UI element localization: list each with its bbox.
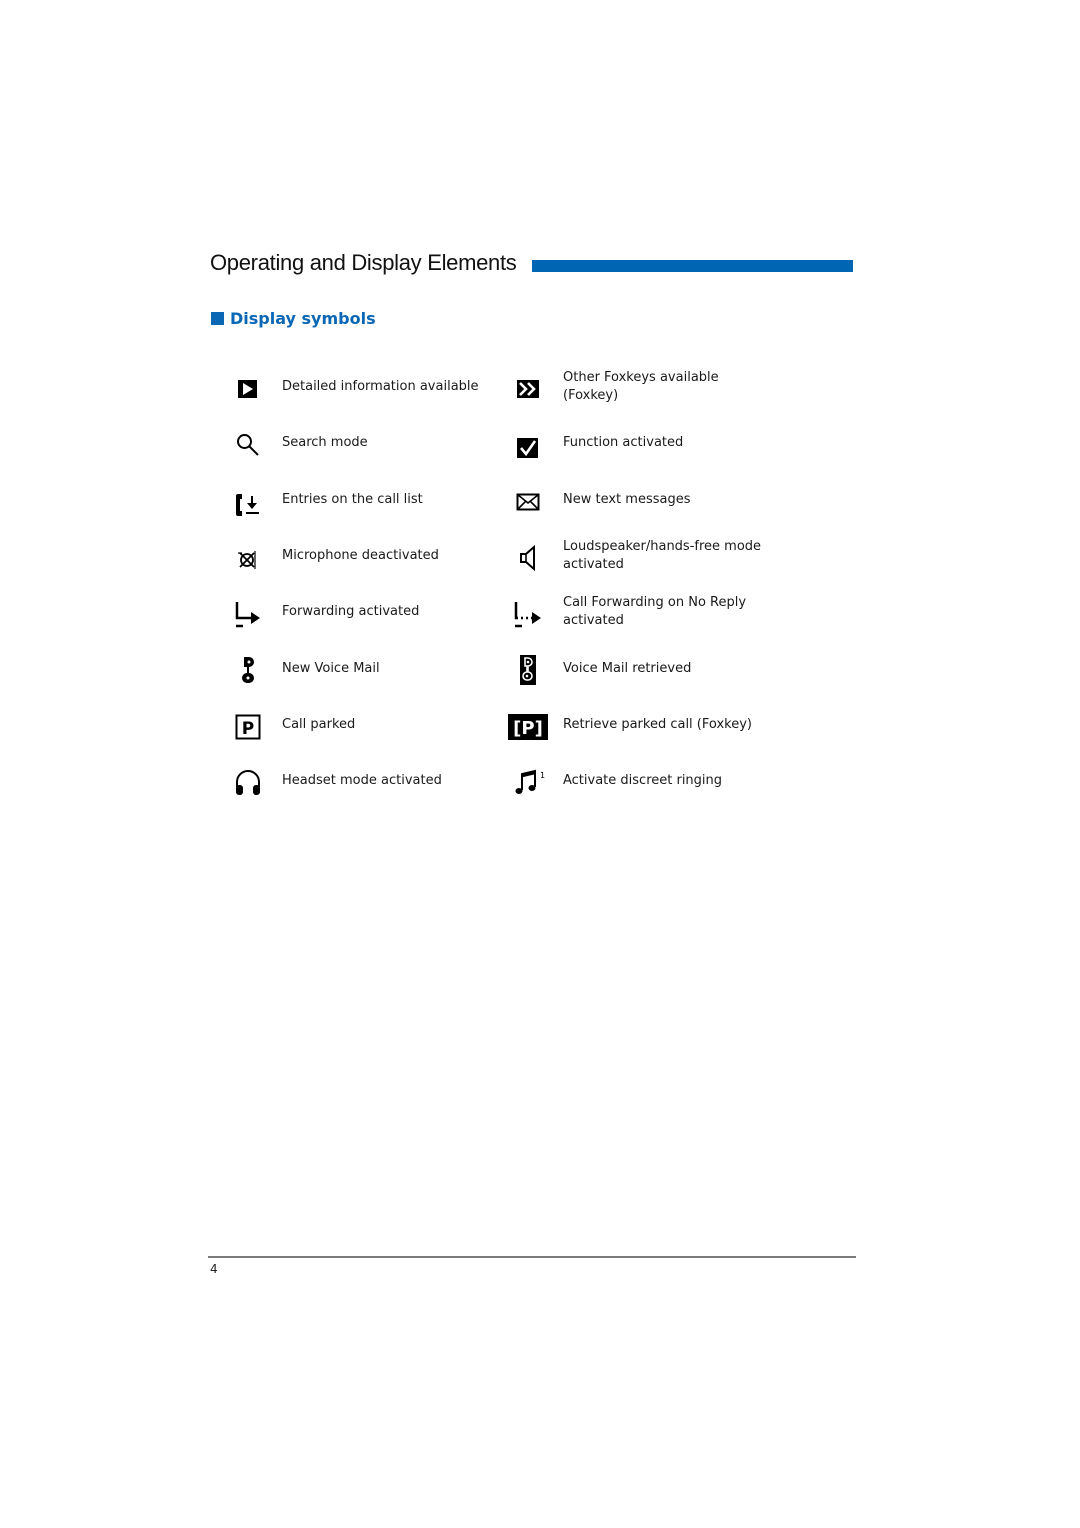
call-parked-icon: P bbox=[228, 710, 268, 744]
svg-text:[P]: [P] bbox=[513, 718, 543, 739]
symbol-label: Forwarding activated bbox=[282, 604, 420, 619]
forwarding-no-reply-icon bbox=[508, 598, 548, 632]
symbol-label: Function activated bbox=[563, 435, 684, 450]
loudspeaker-icon bbox=[508, 541, 548, 575]
symbol-label: Entries on the call list bbox=[282, 492, 423, 507]
symbol-label-line: Loudspeaker/hands-free mode bbox=[563, 539, 762, 554]
symbol-label: Headset mode activated bbox=[282, 773, 442, 788]
symbol-label: Microphone deactivated bbox=[282, 548, 439, 563]
superscript-number: 1 bbox=[540, 771, 545, 780]
symbol-label: Search mode bbox=[282, 435, 368, 450]
section-heading: Display symbols bbox=[211, 309, 376, 328]
symbol-label-line: (Foxkey) bbox=[563, 387, 619, 403]
title-accent-bar bbox=[532, 260, 853, 272]
microphone-off-icon bbox=[228, 543, 268, 577]
checkmark-icon bbox=[508, 431, 548, 465]
section-bullet-square bbox=[211, 312, 224, 325]
symbol-label: Call parked bbox=[282, 717, 356, 732]
symbol-label: Voice Mail retrieved bbox=[563, 661, 692, 676]
footer-rule bbox=[208, 1256, 856, 1258]
symbol-label-line: Call Forwarding on No Reply bbox=[563, 595, 747, 610]
symbol-label: Detailed information available bbox=[282, 379, 479, 394]
symbol-label-line: activated bbox=[563, 556, 624, 572]
call-list-icon bbox=[228, 488, 268, 522]
page-number: 4 bbox=[210, 1262, 218, 1276]
voicemail-retrieved-icon bbox=[508, 653, 548, 687]
symbol-label: New text messages bbox=[563, 492, 691, 507]
more-foxkeys-icon bbox=[508, 372, 548, 406]
voicemail-new-icon bbox=[228, 653, 268, 687]
forwarding-icon bbox=[228, 598, 268, 632]
symbol-label-line: Other Foxkeys available bbox=[563, 370, 719, 385]
symbol-label: Activate discreet ringing bbox=[563, 773, 723, 788]
symbol-label-line: activated bbox=[563, 612, 624, 628]
symbol-label: Other Foxkeys available (Foxkey) bbox=[563, 369, 719, 404]
headset-icon bbox=[228, 766, 268, 800]
symbol-label: Call Forwarding on No Reply activated bbox=[563, 594, 746, 629]
symbol-label: New Voice Mail bbox=[282, 661, 380, 676]
symbol-label: Loudspeaker/hands-free mode activated bbox=[563, 538, 761, 573]
discreet-ringing-icon: 1 bbox=[508, 766, 548, 800]
search-icon bbox=[228, 428, 268, 462]
envelope-icon bbox=[508, 485, 548, 519]
retrieve-parked-icon: [P] bbox=[508, 710, 548, 744]
svg-text:P: P bbox=[242, 719, 254, 739]
symbol-label: Retrieve parked call (Foxkey) bbox=[563, 717, 752, 732]
page-title: Operating and Display Elements bbox=[210, 250, 517, 275]
section-heading-text: Display symbols bbox=[230, 309, 376, 328]
detail-arrow-icon bbox=[228, 372, 268, 406]
